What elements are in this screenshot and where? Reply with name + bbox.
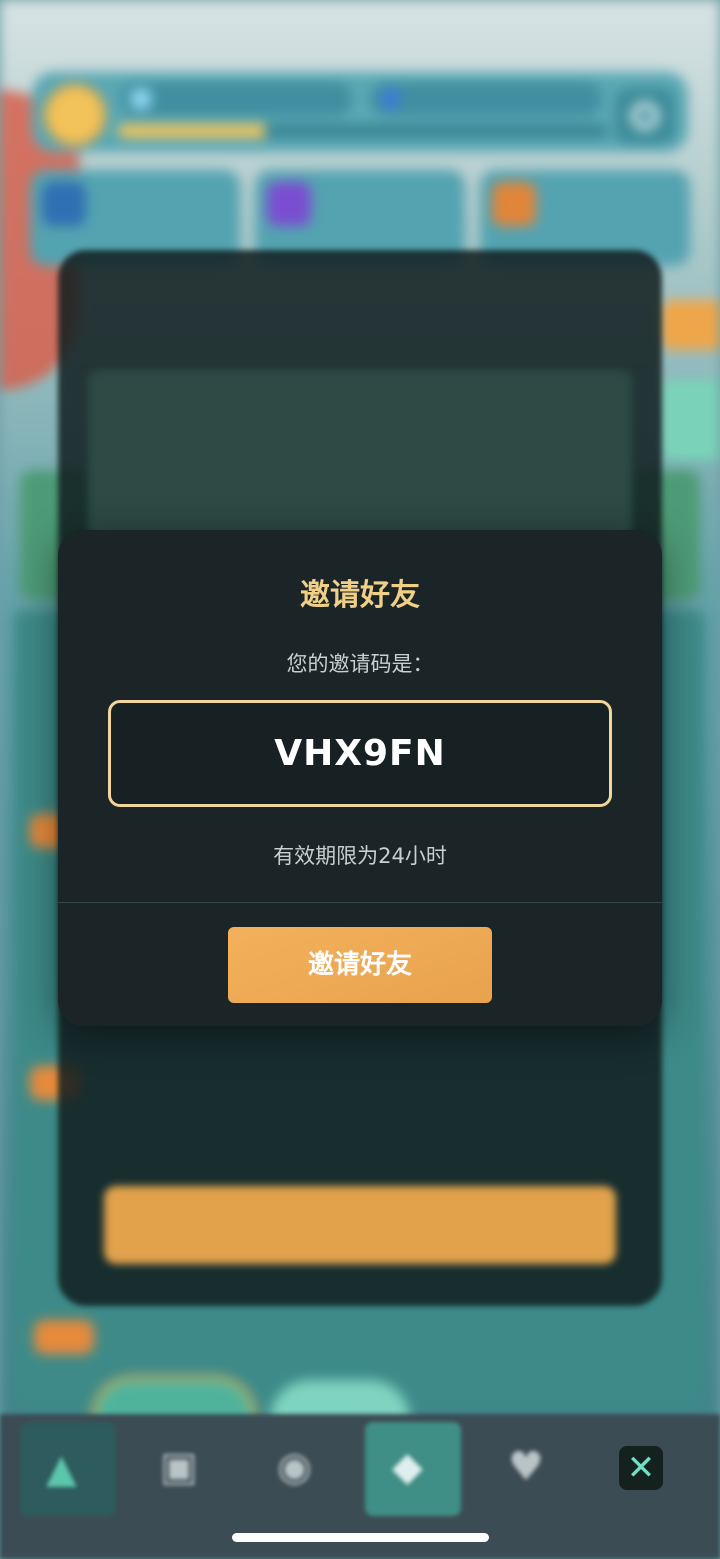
invite-code-label: 您的邀请码是： (286, 652, 434, 676)
background-dialog-button (104, 1186, 616, 1264)
feature-card-3-icon (492, 182, 536, 226)
background-orange-tag (34, 1320, 94, 1354)
resource-progress-bar (118, 124, 608, 138)
invite-code-box[interactable]: VHX9FN (108, 700, 612, 807)
side-orange-tab[interactable] (660, 300, 720, 350)
invite-friend-button[interactable]: 邀请好友 (228, 927, 492, 1003)
compass-icon[interactable]: ◉ (277, 1444, 312, 1490)
background-dialog-textbox (88, 370, 632, 540)
gem-icon (380, 88, 402, 110)
close-icon[interactable]: ✕ (619, 1446, 663, 1490)
triangle-icon: ▲ (46, 1446, 77, 1492)
resource-pill-water[interactable] (120, 82, 352, 116)
invite-friend-modal: 邀请好友 您的邀请码是： VHX9FN 有效期限为24小时 邀请好友 (58, 530, 662, 1026)
home-indicator[interactable] (232, 1533, 489, 1542)
settings-gear-icon[interactable] (615, 88, 675, 144)
bag-icon[interactable]: ▣ (160, 1444, 198, 1490)
resource-progress-fill (118, 124, 265, 138)
water-drop-icon (130, 88, 152, 110)
resource-pill-gem[interactable] (370, 82, 602, 116)
heart-icon[interactable]: ♥ (508, 1444, 544, 1490)
player-coin-avatar[interactable] (44, 84, 106, 146)
diamond-icon: ◆ (392, 1444, 423, 1490)
feature-card-2-icon (267, 182, 311, 226)
modal-title: 邀请好友 (300, 578, 420, 613)
feature-card-1-icon (42, 182, 86, 226)
modal-divider (58, 902, 662, 903)
side-teal-tab[interactable] (660, 380, 720, 460)
validity-text: 有效期限为24小时 (273, 844, 447, 868)
